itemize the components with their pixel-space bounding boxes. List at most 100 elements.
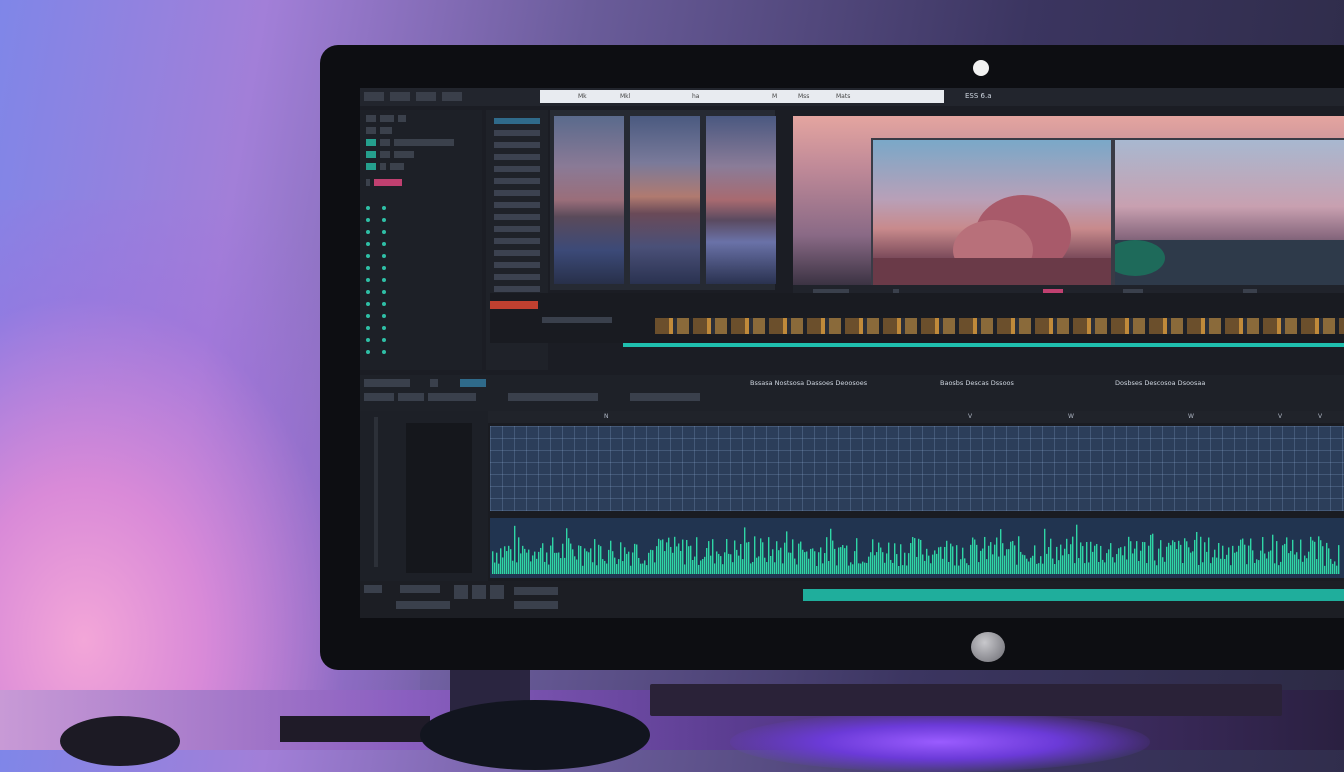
waveform-bar <box>550 545 552 574</box>
clip-sequence[interactable] <box>655 318 1344 334</box>
audio-track[interactable] <box>490 518 1344 578</box>
waveform-bar <box>712 539 714 574</box>
waveform-bar <box>848 565 850 574</box>
waveform-bar <box>500 548 502 574</box>
thumbnail[interactable] <box>554 116 624 284</box>
list-item[interactable] <box>366 276 406 284</box>
panel-row[interactable] <box>366 114 406 122</box>
waveform-bar <box>742 559 744 574</box>
transport-button[interactable] <box>428 393 476 401</box>
bottom-button[interactable] <box>514 601 558 609</box>
waveform-bar <box>1196 531 1198 574</box>
top-toolbar: Mk Mkl ha M Mss Mats ESS 6.a <box>360 88 1344 106</box>
list-item[interactable] <box>366 252 406 260</box>
bottom-button[interactable] <box>396 601 450 609</box>
waveform-bar <box>1086 542 1088 574</box>
waveform-bar <box>1192 551 1194 574</box>
list-item[interactable] <box>366 264 406 272</box>
transport-button[interactable] <box>364 379 410 387</box>
bin-item[interactable] <box>494 226 540 232</box>
bottom-button[interactable] <box>364 585 382 593</box>
menu-item[interactable] <box>442 92 462 101</box>
waveform-bar <box>1144 542 1146 574</box>
ruler-tick: V <box>1318 413 1323 420</box>
menu-item[interactable] <box>390 92 410 101</box>
bin-item[interactable] <box>494 250 540 256</box>
clip-marker[interactable] <box>490 301 538 309</box>
bin-item[interactable] <box>494 142 540 148</box>
bin-item[interactable] <box>494 286 540 292</box>
waveform-bar <box>694 556 696 574</box>
panel-row[interactable] <box>366 150 414 158</box>
panel-row[interactable] <box>366 138 454 146</box>
list-item[interactable] <box>366 204 406 212</box>
waveform-bar <box>828 560 830 574</box>
list-item[interactable] <box>366 336 406 344</box>
waveform-bar <box>822 563 824 574</box>
bin-item[interactable] <box>494 178 540 184</box>
list-item[interactable] <box>366 300 406 308</box>
panel-row[interactable] <box>366 162 404 170</box>
waveform-bar <box>632 552 634 574</box>
waveform-bar <box>710 555 712 574</box>
power-button[interactable] <box>971 632 1005 662</box>
waveform-bar <box>514 525 516 574</box>
list-item[interactable] <box>366 228 406 236</box>
list-item[interactable] <box>366 348 406 356</box>
bin-item[interactable] <box>494 154 540 160</box>
transport-button[interactable] <box>430 379 438 387</box>
bin-item[interactable] <box>494 238 540 244</box>
waveform-bar <box>986 559 988 574</box>
list-item[interactable] <box>366 312 406 320</box>
waveform-bar <box>534 551 536 574</box>
bin-item[interactable] <box>494 130 540 136</box>
list-item[interactable] <box>366 288 406 296</box>
transport-button[interactable] <box>364 393 394 401</box>
bin-item[interactable] <box>494 202 540 208</box>
bottom-button[interactable] <box>454 585 468 599</box>
waveform-bar <box>932 554 934 574</box>
bin-item[interactable] <box>494 190 540 196</box>
render-progress[interactable] <box>803 589 1344 601</box>
playhead-bar[interactable] <box>623 343 1344 347</box>
waveform-bar <box>1016 564 1018 574</box>
thumbnail[interactable] <box>630 116 700 284</box>
transport-button[interactable] <box>630 393 700 401</box>
waveform-bar <box>576 559 578 574</box>
video-track[interactable] <box>490 426 1344 511</box>
panel-row[interactable] <box>366 178 402 186</box>
bin-item[interactable] <box>494 118 540 124</box>
menu-item[interactable] <box>364 92 384 101</box>
waveform-bar <box>1266 558 1268 574</box>
bin-item[interactable] <box>494 262 540 268</box>
waveform-bar <box>730 554 732 574</box>
waveform-bar <box>656 546 658 574</box>
menu-item[interactable] <box>416 92 436 101</box>
waveform-bar <box>614 557 616 574</box>
timeline-ruler[interactable]: N V W W V V <box>488 411 1344 423</box>
panel-row[interactable] <box>366 126 392 134</box>
transport-button[interactable] <box>508 393 598 401</box>
bottom-button[interactable] <box>514 587 558 595</box>
bin-item[interactable] <box>494 166 540 172</box>
bin-item[interactable] <box>494 214 540 220</box>
bottom-button[interactable] <box>490 585 504 599</box>
bottom-button[interactable] <box>400 585 440 593</box>
bin-item[interactable] <box>494 274 540 280</box>
transport-button[interactable] <box>460 379 486 387</box>
transport-button[interactable] <box>398 393 424 401</box>
timecode-bar[interactable]: Mk Mkl ha M Mss Mats <box>540 90 944 103</box>
waveform-bar <box>774 562 776 574</box>
waveform-bar <box>914 538 916 574</box>
program-monitor[interactable] <box>793 116 1344 286</box>
bottom-button[interactable] <box>472 585 486 599</box>
track-scroll[interactable] <box>374 417 378 567</box>
thumbnail[interactable] <box>706 116 776 284</box>
track-header-area <box>406 423 472 573</box>
waveform-bar <box>968 565 970 574</box>
list-item[interactable] <box>366 324 406 332</box>
waveform-bar <box>1076 524 1078 574</box>
waveform-bar <box>892 562 894 574</box>
list-item[interactable] <box>366 240 406 248</box>
list-item[interactable] <box>366 216 406 224</box>
